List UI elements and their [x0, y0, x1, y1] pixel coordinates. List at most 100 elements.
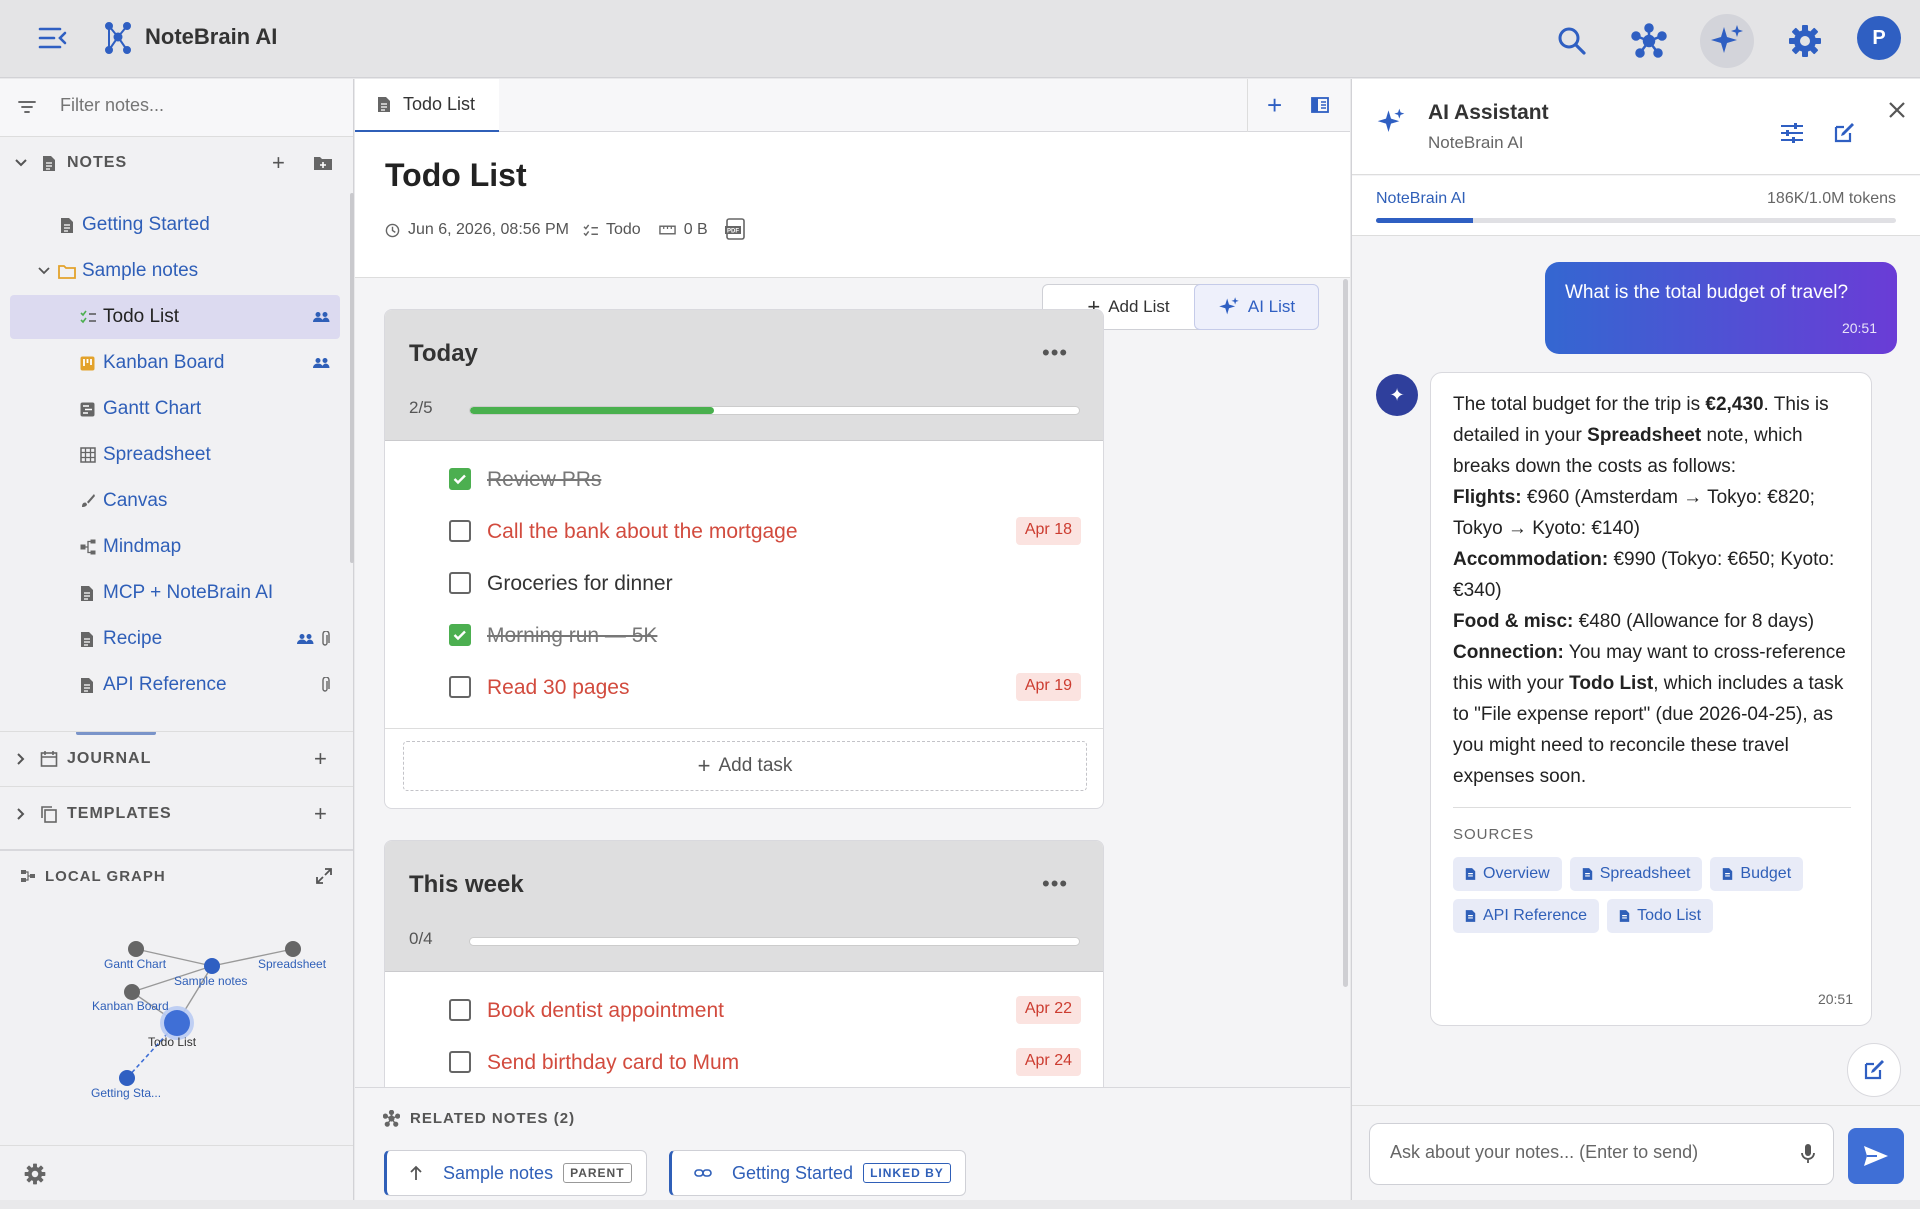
- expand-icon[interactable]: [315, 867, 333, 885]
- more-options-icon[interactable]: •••: [1042, 340, 1068, 366]
- collapse-menu-icon[interactable]: [38, 26, 68, 50]
- sidebar-item-sample-notes[interactable]: Sample notes: [10, 249, 340, 293]
- task-text[interactable]: Morning run — 5K: [487, 624, 657, 648]
- due-date-badge[interactable]: Apr 19: [1015, 673, 1081, 701]
- templates-section-header[interactable]: TEMPLATES +: [0, 786, 353, 840]
- graph-node-spreadsheet: [285, 941, 301, 957]
- list-title[interactable]: This week: [409, 871, 524, 899]
- tab-label: Todo List: [403, 94, 476, 114]
- source-chip[interactable]: Spreadsheet: [1569, 857, 1703, 891]
- add-template-icon[interactable]: +: [314, 801, 328, 827]
- task-item[interactable]: Read 30 pages Apr 19: [385, 662, 1103, 714]
- local-graph[interactable]: Gantt Chart Sample notes Spreadsheet Kan…: [0, 901, 353, 1169]
- source-chip[interactable]: API Reference: [1453, 899, 1600, 933]
- journal-section-header[interactable]: JOURNAL +: [0, 731, 353, 785]
- related-note-getting-started[interactable]: Getting Started LINKED BY: [669, 1150, 966, 1196]
- task-item[interactable]: Call the bank about the mortgage Apr 18: [385, 506, 1103, 558]
- task-checkbox[interactable]: [449, 624, 471, 646]
- task-text[interactable]: Call the bank about the mortgage: [487, 520, 798, 544]
- sidebar-item-recipe[interactable]: Recipe: [10, 617, 340, 661]
- list-progress-bar: [469, 406, 1080, 415]
- source-chip[interactable]: Todo List: [1607, 899, 1714, 933]
- editor-scrollbar[interactable]: [1343, 279, 1348, 987]
- source-chip[interactable]: Overview: [1453, 857, 1562, 891]
- graph-view-button[interactable]: [1622, 14, 1676, 68]
- chevron-down-icon[interactable]: [14, 158, 28, 168]
- gear-icon[interactable]: [24, 1163, 46, 1185]
- filter-notes-input[interactable]: [60, 95, 330, 116]
- sidebar-item-kanban-board[interactable]: Kanban Board: [10, 341, 340, 385]
- ai-panel-title: AI Assistant: [1428, 101, 1549, 124]
- chevron-right-icon[interactable]: [16, 752, 26, 766]
- task-text[interactable]: Book dentist appointment: [487, 999, 724, 1023]
- add-journal-icon[interactable]: +: [314, 746, 328, 772]
- due-date-badge[interactable]: Apr 18: [1015, 517, 1081, 545]
- user-avatar[interactable]: P: [1857, 16, 1901, 60]
- shared-icon: [312, 311, 330, 323]
- chevron-right-icon[interactable]: [16, 807, 26, 821]
- list-header: Today ••• 2/5: [385, 310, 1103, 441]
- more-options-icon[interactable]: •••: [1042, 871, 1068, 897]
- tab-todo-list[interactable]: Todo List: [355, 79, 499, 132]
- ai-assistant-panel: AI Assistant NoteBrain AI NoteBrain AI 1…: [1351, 79, 1920, 1200]
- compose-fab[interactable]: [1847, 1043, 1901, 1097]
- task-text[interactable]: Read 30 pages: [487, 676, 629, 700]
- sidebar-item-mindmap[interactable]: Mindmap: [10, 525, 340, 569]
- sliders-icon[interactable]: [1780, 123, 1804, 143]
- sidebar-item-label: Spreadsheet: [103, 444, 211, 465]
- notes-section-header[interactable]: NOTES +: [0, 136, 353, 190]
- task-checkbox[interactable]: [449, 676, 471, 698]
- search-button[interactable]: [1545, 14, 1599, 68]
- sidebar-item-label: Kanban Board: [103, 352, 225, 373]
- sidebar-item-mcp[interactable]: MCP + NoteBrain AI: [10, 571, 340, 615]
- task-item[interactable]: Review PRs: [385, 454, 1103, 506]
- new-chat-icon[interactable]: [1832, 121, 1856, 145]
- model-name[interactable]: NoteBrain AI: [1376, 190, 1466, 208]
- sidebar-item-api-reference[interactable]: API Reference: [10, 663, 340, 707]
- settings-button[interactable]: [1778, 14, 1832, 68]
- sidebar-item-canvas[interactable]: Canvas: [10, 479, 340, 523]
- list-title[interactable]: Today: [409, 340, 478, 368]
- sidebar-scrollbar[interactable]: [350, 193, 354, 563]
- close-icon[interactable]: [1888, 101, 1906, 119]
- ai-chat-input[interactable]: [1390, 1142, 1780, 1163]
- task-item[interactable]: Groceries for dinner: [385, 558, 1103, 610]
- note-size: 0 B: [683, 221, 708, 238]
- task-text[interactable]: Send birthday card to Mum: [487, 1051, 739, 1075]
- due-date-badge[interactable]: Apr 22: [1015, 996, 1081, 1024]
- new-folder-icon[interactable]: [313, 155, 333, 171]
- due-date-badge[interactable]: Apr 24: [1015, 1048, 1081, 1076]
- graph-node-getting-started: [119, 1070, 135, 1086]
- sparkles-icon: [1711, 25, 1743, 53]
- add-task-button[interactable]: + Add task: [403, 741, 1087, 791]
- sidebar-item-gantt-chart[interactable]: Gantt Chart: [10, 387, 340, 431]
- pdf-icon[interactable]: PDF: [724, 218, 746, 242]
- task-checkbox[interactable]: [449, 468, 471, 490]
- sidebar-item-spreadsheet[interactable]: Spreadsheet: [10, 433, 340, 477]
- sidebar-item-todo-list[interactable]: Todo List: [10, 295, 340, 339]
- related-note-sample-notes[interactable]: Sample notes PARENT: [384, 1150, 647, 1196]
- task-item[interactable]: Book dentist appointment Apr 22: [385, 985, 1103, 1037]
- task-item[interactable]: Send birthday card to Mum Apr 24: [385, 1037, 1103, 1089]
- gear-icon: [1789, 25, 1821, 57]
- page-title[interactable]: Todo List: [385, 157, 527, 194]
- task-checkbox[interactable]: [449, 1051, 471, 1073]
- task-checkbox[interactable]: [449, 999, 471, 1021]
- chevron-down-icon[interactable]: [38, 267, 50, 275]
- sidebar-item-getting-started[interactable]: Getting Started: [10, 203, 340, 247]
- svg-text:Sample notes: Sample notes: [174, 974, 247, 988]
- ai-list-button[interactable]: AI List: [1194, 284, 1319, 330]
- task-checkbox[interactable]: [449, 520, 471, 542]
- filter-icon[interactable]: [18, 100, 36, 114]
- task-text[interactable]: Review PRs: [487, 468, 601, 492]
- task-item[interactable]: Morning run — 5K: [385, 610, 1103, 662]
- microphone-icon[interactable]: [1800, 1143, 1816, 1165]
- source-chip[interactable]: Budget: [1710, 857, 1804, 891]
- task-checkbox[interactable]: [449, 572, 471, 594]
- send-button[interactable]: [1848, 1128, 1904, 1184]
- add-note-icon[interactable]: +: [272, 150, 286, 176]
- split-view-icon[interactable]: [1311, 97, 1329, 113]
- task-text[interactable]: Groceries for dinner: [487, 572, 673, 596]
- ai-assistant-toggle[interactable]: [1700, 14, 1754, 68]
- new-tab-icon[interactable]: +: [1267, 90, 1282, 121]
